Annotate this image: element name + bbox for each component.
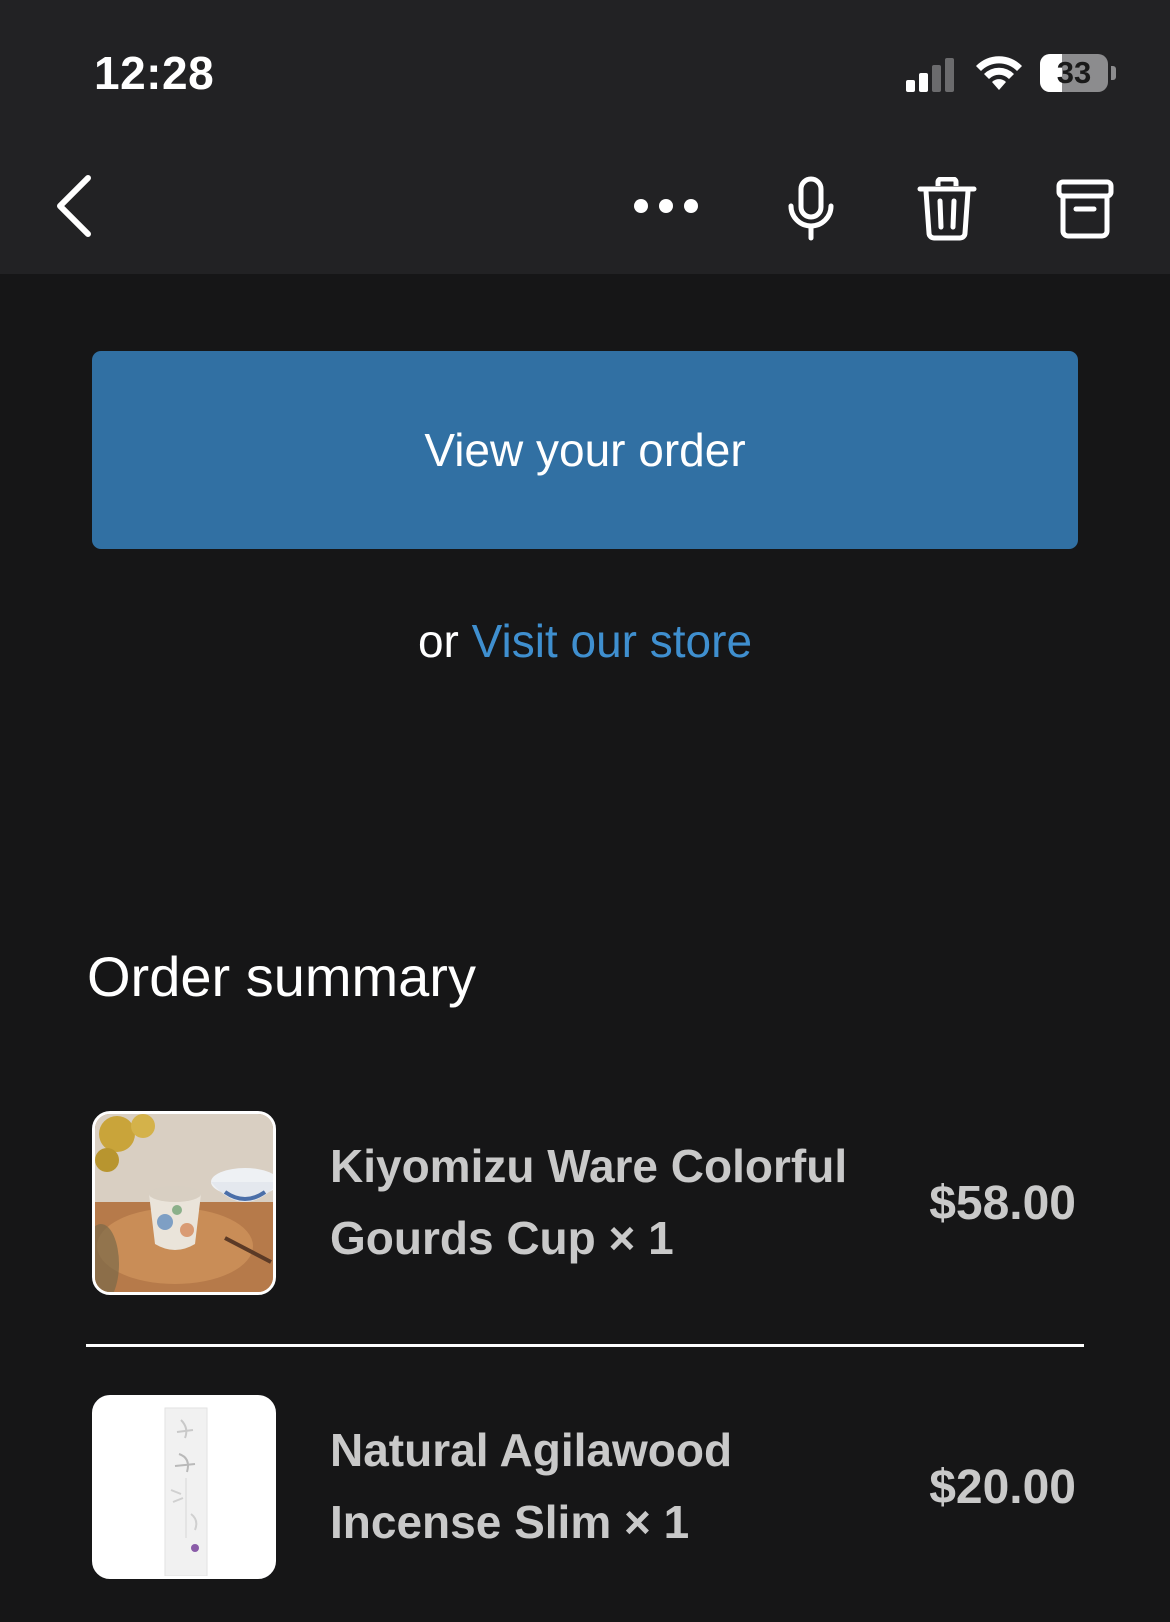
order-item: Natural Agilawood Incense Slim × 1 $20.0… [86, 1392, 1084, 1582]
microphone-button[interactable] [778, 172, 844, 246]
battery-level: 33 [1056, 55, 1092, 90]
item-name: Natural Agilawood Incense Slim × 1 [330, 1424, 733, 1548]
cellular-signal-icon [906, 58, 958, 92]
incense-box-photo [92, 1395, 276, 1579]
top-bar: 12:28 33 [0, 0, 1170, 274]
more-button[interactable] [626, 180, 706, 232]
more-horizontal-icon [634, 199, 698, 213]
visit-store-link[interactable]: Visit our store [472, 615, 752, 667]
order-item: Kiyomizu Ware Colorful Gourds Cup × 1 $5… [86, 1108, 1084, 1298]
battery-icon: 33 [1040, 54, 1108, 92]
cup-photo [92, 1111, 276, 1295]
battery-nub [1111, 66, 1116, 80]
status-time: 12:28 [94, 47, 215, 99]
store-prefix: or [417, 615, 459, 667]
item-price: $20.00 [929, 1460, 1076, 1514]
microphone-icon [788, 176, 834, 241]
item-price: $58.00 [929, 1176, 1076, 1230]
archive-icon [1056, 179, 1114, 239]
archive-button[interactable] [1050, 172, 1120, 246]
wifi-icon [976, 56, 1022, 90]
back-button[interactable] [48, 170, 100, 242]
chevron-left-icon [57, 175, 91, 237]
trash-icon [917, 177, 977, 241]
delete-button[interactable] [912, 172, 982, 246]
store-line: or Visit our store [0, 614, 1170, 668]
item-name: Kiyomizu Ware Colorful Gourds Cup × 1 [330, 1140, 848, 1264]
item-divider [86, 1344, 1084, 1347]
view-order-button[interactable]: View your order [92, 351, 1078, 549]
order-summary-title: Order summary [87, 945, 476, 1008]
